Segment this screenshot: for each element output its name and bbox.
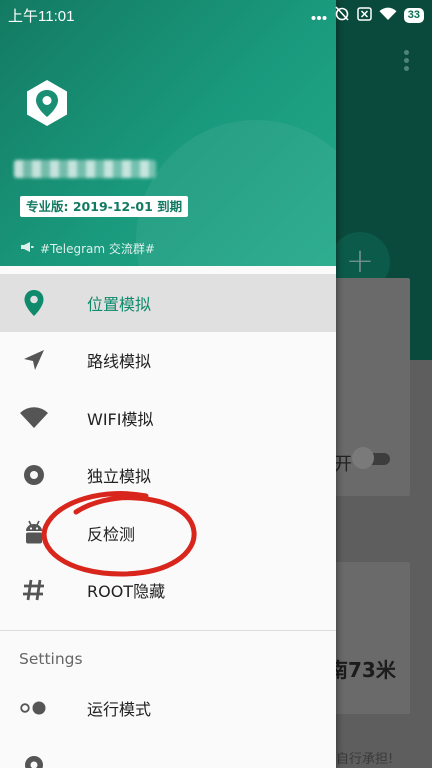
menu-item-label: 运行模式 bbox=[87, 699, 152, 719]
username-blurred bbox=[14, 160, 156, 178]
record-icon bbox=[18, 459, 50, 491]
header-decoration bbox=[136, 120, 336, 266]
menu-item-root-hiding[interactable]: ROOT隐藏 bbox=[0, 562, 336, 620]
drawer-header: 专业版: 2019-12-01 到期 #Telegram 交流群# bbox=[0, 0, 336, 266]
status-time: 上午11:01 bbox=[8, 8, 75, 25]
settings-section-title: Settings bbox=[19, 650, 83, 668]
background-switch bbox=[352, 447, 390, 469]
megaphone-icon bbox=[20, 241, 34, 256]
menu-item-run-mode[interactable]: 运行模式 bbox=[0, 679, 336, 737]
telegram-link-label: #Telegram 交流群# bbox=[40, 242, 155, 256]
menu-item-label: 独立模拟 bbox=[87, 467, 152, 487]
menu-item-location-simulation[interactable]: 位置模拟 bbox=[0, 274, 336, 332]
menu-item-wifi-simulation[interactable]: WIFI模拟 bbox=[0, 389, 336, 447]
battery-indicator: 33 bbox=[403, 7, 424, 23]
menu-item-independent-simulation[interactable]: 独立模拟 bbox=[0, 447, 336, 505]
overflow-menu-icon bbox=[398, 50, 414, 76]
menu-item-settings-partial[interactable] bbox=[0, 737, 336, 768]
menu-item-label: 路线模拟 bbox=[87, 352, 152, 372]
wifi-status-icon bbox=[379, 6, 397, 25]
more-dots-icon bbox=[311, 6, 327, 25]
status-bar: 上午11:01 33 bbox=[0, 0, 432, 28]
menu-item-route-simulation[interactable]: 路线模拟 bbox=[0, 332, 336, 390]
drawer-menu: 位置模拟 路线模拟 WIFI模拟 独立模拟 反检测 ROOT隐藏 Setting… bbox=[0, 274, 336, 768]
navigation-arrow-icon bbox=[18, 344, 50, 376]
sim-off-icon bbox=[357, 6, 372, 25]
app-logo-icon bbox=[22, 78, 72, 128]
background-distance-text: 南73米 bbox=[328, 658, 396, 682]
menu-item-label: 反检测 bbox=[87, 524, 136, 544]
navigation-drawer: 专业版: 2019-12-01 到期 #Telegram 交流群# 位置模拟 路… bbox=[0, 0, 336, 768]
menu-item-label: 位置模拟 bbox=[87, 294, 152, 314]
background-footer-text: 自行承担! bbox=[336, 752, 394, 767]
wifi-icon bbox=[18, 402, 50, 434]
location-pin-icon bbox=[18, 287, 50, 319]
license-badge: 专业版: 2019-12-01 到期 bbox=[20, 196, 189, 217]
telegram-group-link[interactable]: #Telegram 交流群# bbox=[20, 240, 155, 257]
hash-icon bbox=[18, 574, 50, 606]
android-icon bbox=[18, 517, 50, 549]
settings-gear-icon bbox=[18, 749, 50, 768]
alarm-off-icon bbox=[334, 5, 350, 25]
menu-item-label: ROOT隐藏 bbox=[87, 582, 166, 602]
menu-item-anti-detection[interactable]: 反检测 bbox=[0, 504, 336, 562]
status-icons: 33 bbox=[311, 5, 424, 25]
toggle-dots-icon bbox=[18, 692, 50, 724]
menu-item-label: WIFI模拟 bbox=[87, 409, 154, 429]
background-switch-label: 开 bbox=[334, 454, 352, 475]
